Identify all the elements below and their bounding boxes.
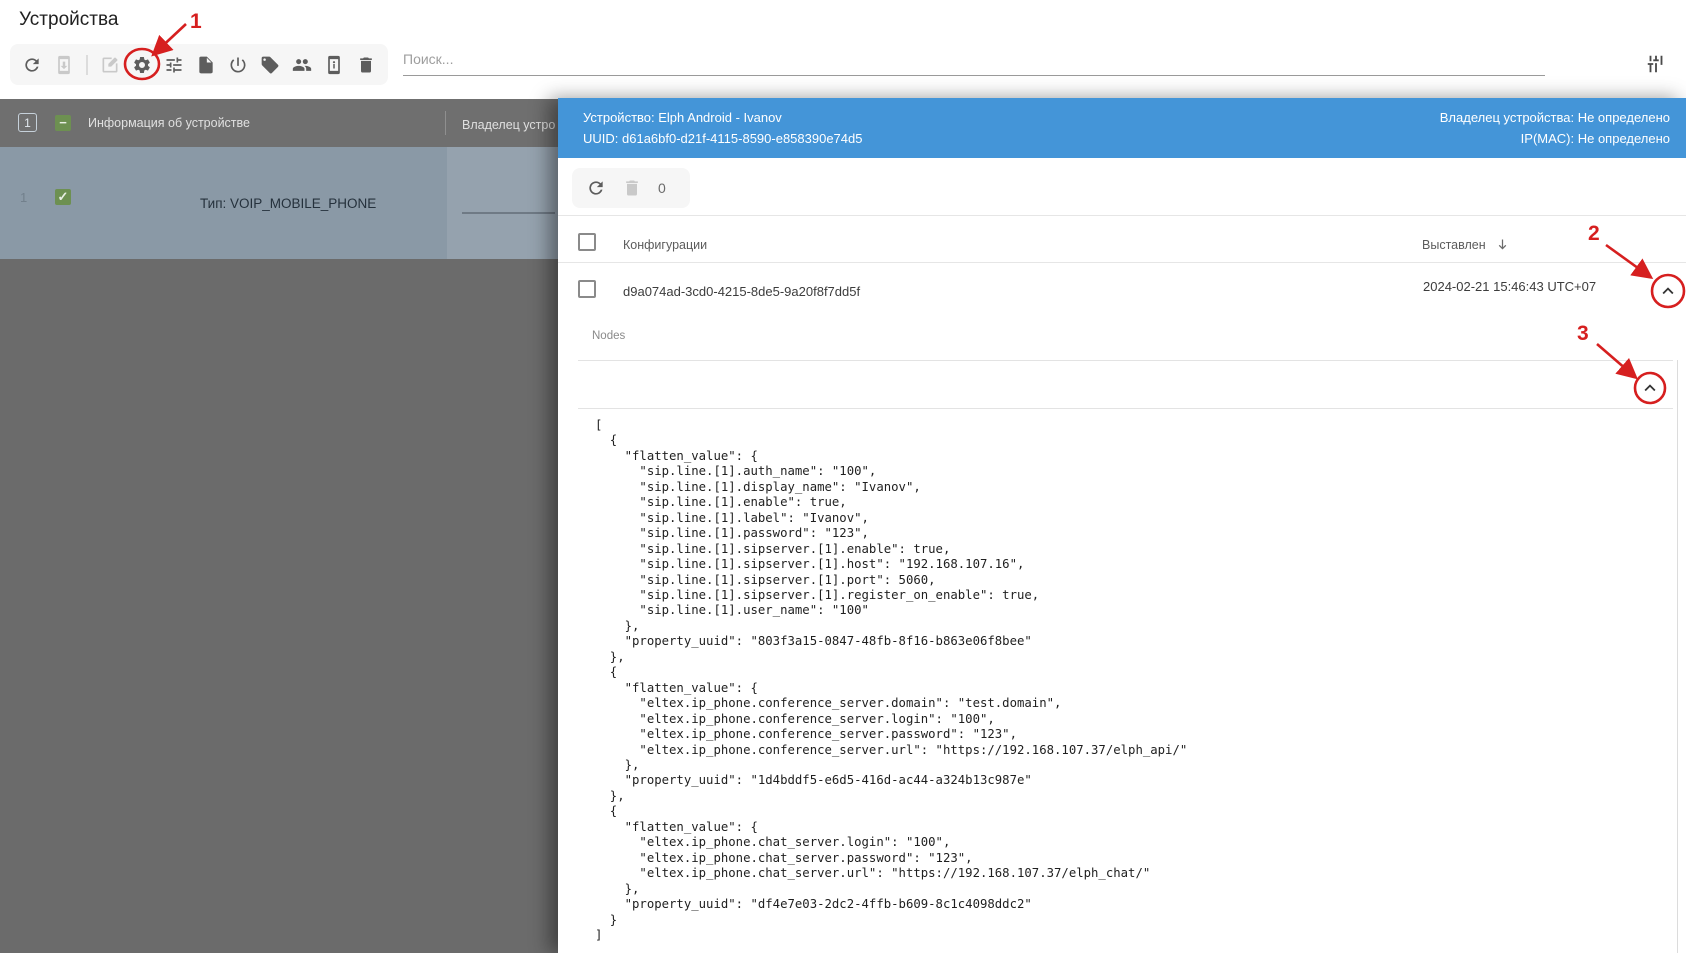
panel-header: Устройство: Elph Android - Ivanov UUID: … — [558, 98, 1686, 158]
refresh-icon[interactable] — [22, 55, 42, 75]
divider — [578, 408, 1673, 409]
sort-arrow-down-icon — [1498, 239, 1506, 250]
nodes-field-label: Nodes — [592, 330, 626, 342]
column-device-info: Информация об устройстве — [88, 116, 250, 130]
divider — [558, 262, 1686, 263]
devices-page: Устройства 1 − Информация об устройстве … — [0, 0, 1686, 953]
column-issued-sort[interactable]: Выставлен — [1422, 237, 1510, 252]
annotation-number-1: 1 — [190, 10, 202, 33]
owner-input-underline — [462, 212, 555, 214]
device-info-icon[interactable] — [324, 55, 344, 75]
copy-file-icon[interactable] — [196, 55, 216, 75]
tune-icon[interactable] — [164, 55, 184, 75]
panel-device-name: Устройство: Elph Android - Ivanov — [583, 110, 782, 125]
edit-icon — [100, 55, 120, 75]
power-icon[interactable] — [228, 55, 248, 75]
divider — [578, 360, 1673, 361]
panel-ip-mac: IP(MAC): Не определено — [1520, 131, 1670, 146]
column-owner: Владелец устройства — [462, 118, 556, 132]
configs-refresh-icon[interactable] — [586, 178, 606, 198]
delete-icon[interactable] — [356, 55, 376, 75]
page-title: Устройства — [19, 9, 119, 30]
column-divider — [445, 111, 446, 135]
panel-owner: Владелец устройства: Не определено — [1439, 110, 1670, 125]
column-configurations: Конфигурации — [623, 238, 708, 252]
config-issued-date: 2024-02-21 15:46:43 UTC+07 — [1423, 279, 1597, 294]
device-type-label: Тип: VOIP_MOBILE_PHONE — [200, 196, 377, 211]
devices-toolbar — [10, 44, 388, 85]
users-icon[interactable] — [292, 55, 312, 75]
scroll-track[interactable] — [1677, 360, 1678, 953]
owner-cell[interactable] — [447, 147, 558, 259]
collapse-config-chevron-icon[interactable] — [1657, 280, 1679, 302]
configs-delete-icon — [622, 178, 642, 198]
row-checkbox[interactable]: ✓ — [55, 189, 71, 205]
selected-count-badge[interactable]: 1 — [18, 113, 37, 132]
config-uuid: d9a074ad-3cd0-4215-8de5-9a20f8f7dd5f — [623, 284, 861, 299]
search-input[interactable] — [403, 47, 1545, 76]
select-all-checkbox[interactable]: − — [55, 115, 71, 131]
nodes-json-code: [ { "flatten_value": { "sip.line.[1].aut… — [595, 418, 1188, 942]
collapse-nodes-chevron-icon[interactable] — [1639, 377, 1661, 399]
settings-gear-icon[interactable] — [132, 55, 152, 75]
configs-toolbar: 0 — [572, 168, 690, 208]
search-field — [403, 47, 1545, 76]
filter-icon[interactable] — [1645, 53, 1667, 75]
divider — [558, 215, 1686, 216]
device-detail-panel: Устройство: Elph Android - Ivanov UUID: … — [558, 98, 1686, 953]
row-index: 1 — [20, 190, 28, 205]
toolbar-divider — [86, 54, 88, 75]
config-checkbox[interactable] — [578, 280, 596, 298]
tag-icon[interactable] — [260, 55, 280, 75]
system-update-icon — [54, 55, 74, 75]
selected-configs-count: 0 — [658, 180, 666, 196]
panel-device-uuid: UUID: d61a6bf0-d21f-4115-8590-e858390e74… — [583, 131, 863, 146]
column-issued-label: Выставлен — [1422, 237, 1486, 252]
configs-select-all-checkbox[interactable] — [578, 233, 596, 251]
